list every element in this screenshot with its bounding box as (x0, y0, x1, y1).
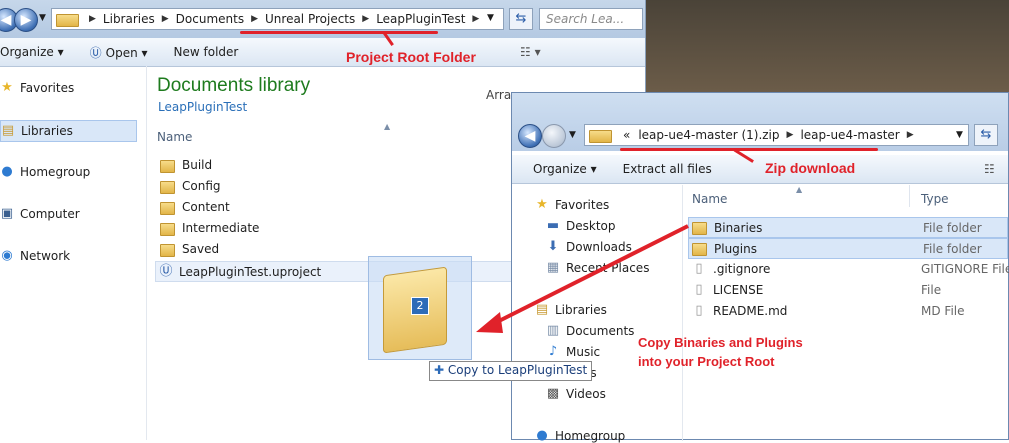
annotation-copy-line1: Copy Binaries and Plugins (638, 335, 803, 350)
arrow-head (476, 312, 503, 333)
annotation-copy-line2: into your Project Root (638, 354, 775, 369)
annotation-arrow (476, 224, 689, 333)
arrow-shaft (486, 224, 689, 329)
